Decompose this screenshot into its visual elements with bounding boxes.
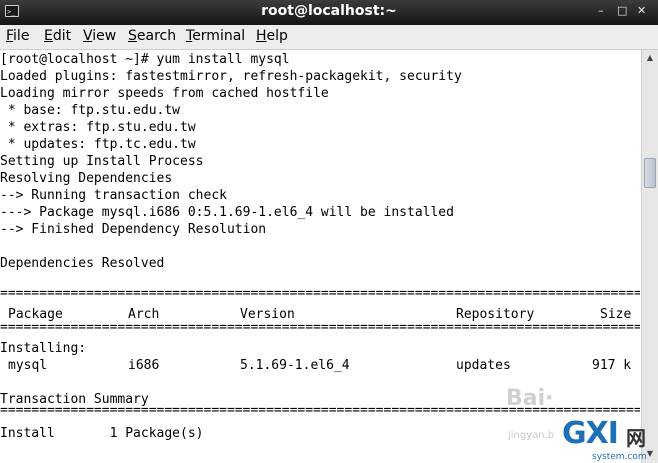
transaction-summary-line: Install 1 Package(s) [0, 426, 204, 441]
terminal-line: ---> Package mysql.i686 0:5.1.69-1.el6_4… [0, 205, 454, 220]
minimize-button[interactable]: – [598, 4, 604, 17]
menu-view-label: iew [92, 28, 117, 44]
menu-terminal-label: erminal [192, 28, 246, 44]
menu-edit-mnemonic: E [44, 28, 53, 44]
gxi-watermark-logo: GXI 网 system.com [562, 416, 652, 462]
terminal-line: Loading mirror speeds from cached hostfi… [0, 86, 329, 101]
maximize-button[interactable]: □ [617, 4, 627, 17]
terminal-line: * base: ftp.stu.edu.tw [0, 103, 181, 118]
menu-view[interactable]: View [83, 28, 116, 44]
terminal-line: --> Running transaction check [0, 188, 227, 203]
menu-help-mnemonic: H [256, 28, 267, 44]
window-title: root@localhost:~ [261, 3, 397, 19]
baidu-watermark: Bai· [506, 386, 554, 411]
menu-help[interactable]: Help [256, 28, 288, 44]
terminal-line-command: [root@localhost ~]# yum install mysql [0, 52, 290, 67]
menu-edit[interactable]: Edit [44, 28, 71, 44]
table-cell-repository: updates [456, 358, 511, 373]
terminal-line: Setting up Install Process [0, 154, 204, 169]
menu-search-label: earch [136, 28, 177, 44]
terminal-line: Loaded plugins: fastestmirror, refresh-p… [0, 69, 462, 84]
menu-terminal[interactable]: Terminal [186, 28, 245, 44]
gxi-logo-text: GXI [562, 416, 619, 451]
terminal-line: Resolving Dependencies [0, 171, 173, 186]
menu-bar: File Edit View Search Terminal Help [0, 25, 658, 50]
gxi-logo-domain: system.com [592, 452, 647, 462]
close-button[interactable]: ✕ [637, 4, 646, 17]
menu-file-label: ile [13, 28, 30, 44]
table-separator: ========================================… [0, 287, 640, 301]
table-cell-size: 917 k [592, 358, 632, 373]
table-separator: ========================================… [0, 321, 640, 335]
scroll-up-arrow-icon[interactable]: ▲ [644, 52, 656, 64]
menu-edit-label: dit [52, 28, 72, 44]
terminal-line: --> Finished Dependency Resolution [0, 222, 267, 237]
terminal-line: * extras: ftp.stu.edu.tw [0, 120, 196, 135]
terminal-line: * updates: ftp.tc.edu.tw [0, 137, 196, 152]
gxi-logo-cn: 网 [626, 426, 646, 450]
scroll-thumb[interactable] [644, 158, 656, 188]
menu-file[interactable]: File [6, 28, 29, 44]
table-cell-package: mysql [8, 358, 48, 373]
window-titlebar[interactable]: >_ root@localhost:~ – □ ✕ [0, 0, 658, 25]
menu-search-mnemonic: S [128, 28, 137, 44]
table-section-label: Installing: [0, 341, 87, 356]
terminal-line: Dependencies Resolved [0, 256, 165, 271]
table-cell-arch: i686 [128, 358, 160, 373]
vertical-scrollbar[interactable]: ▲ ▼ [641, 50, 658, 463]
table-cell-version: 5.1.69-1.el6_4 [240, 358, 350, 373]
menu-view-mnemonic: V [83, 28, 93, 44]
menu-search[interactable]: Search [128, 28, 176, 44]
menu-file-mnemonic: F [6, 28, 14, 44]
jingyan-watermark: jingyan.b [508, 430, 555, 441]
menu-help-label: elp [266, 28, 288, 44]
